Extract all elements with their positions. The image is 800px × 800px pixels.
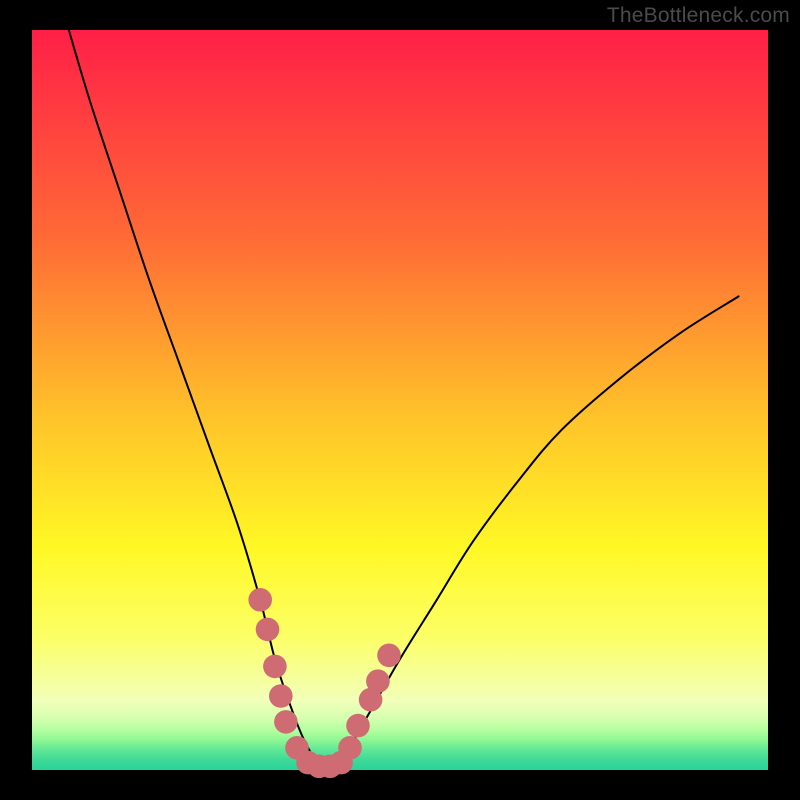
highlight-marker (256, 618, 280, 642)
highlight-marker (377, 644, 401, 668)
chart-stage: TheBottleneck.com (0, 0, 800, 800)
highlight-marker (366, 669, 390, 693)
highlight-marker (263, 655, 287, 679)
highlight-marker (274, 710, 298, 734)
highlight-marker (269, 684, 293, 708)
highlight-marker (248, 588, 272, 612)
highlight-marker (338, 736, 362, 760)
watermark-text: TheBottleneck.com (607, 4, 790, 28)
highlight-marker (346, 714, 370, 738)
bottleneck-chart (0, 0, 800, 800)
